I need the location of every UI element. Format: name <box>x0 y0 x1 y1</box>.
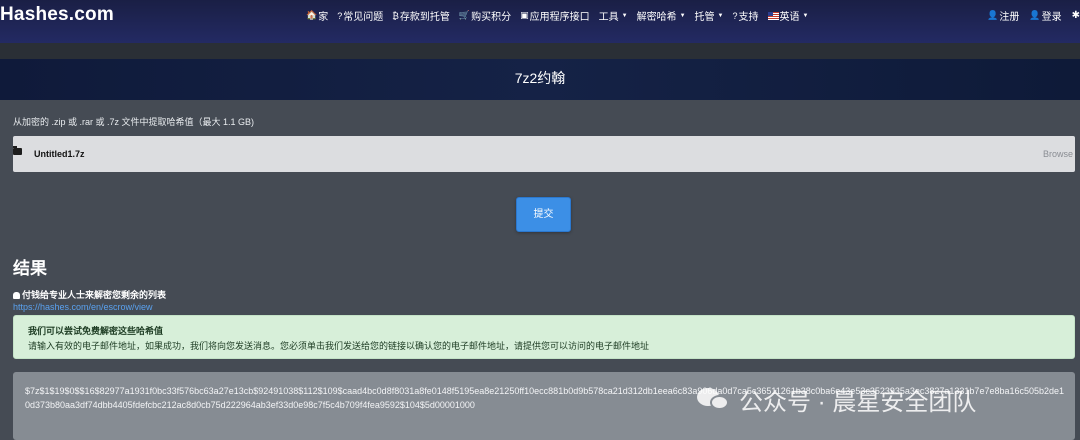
watermark-text: 公众号 · 晨星安全团队 <box>739 389 977 416</box>
settings-icon: ✱ <box>1071 10 1080 21</box>
register-link[interactable]: 👤 注册 <box>987 8 1019 23</box>
pay-professionals-text: 付钱给专业人士来解密您剩余的列表 <box>13 288 166 301</box>
nav-label: 家 <box>318 12 329 23</box>
watermark: 公众号 · 晨星安全团队 <box>697 382 976 417</box>
question-icon: ? <box>337 10 343 21</box>
question-icon: ? <box>732 10 738 21</box>
user-plus-icon: 👤 <box>987 10 999 20</box>
caret-down-icon: ▼ <box>679 12 686 19</box>
settings-button[interactable]: ✱ <box>1072 8 1080 23</box>
browse-button[interactable]: Browse <box>1043 149 1073 159</box>
nav-account: 👤 注册 👤 登录 ✱ <box>977 8 1080 23</box>
upload-label: 从加密的 .zip 或 .rar 或 .7z 文件中提取哈希值（最大 1.1 G… <box>13 117 255 127</box>
nav-item-faq[interactable]: ? 常见问题 <box>337 8 384 24</box>
nav-label: 支持 <box>738 12 759 23</box>
bitcoin-icon: ₿ <box>392 10 399 21</box>
nav-label: 应用程序接口 <box>529 12 590 23</box>
nav-label: 注册 <box>999 12 1020 23</box>
caret-down-icon: ▼ <box>621 12 628 19</box>
header-divider <box>0 43 1080 59</box>
nav-label: 托管 <box>694 12 715 23</box>
nav-item-api[interactable]: ▣ 应用程序接口 <box>520 8 590 23</box>
nav-label: 解密哈希 <box>636 12 677 23</box>
nav-item-deposit[interactable]: ₿ 存款到托管 <box>392 8 450 24</box>
home-icon: 🏠 <box>306 10 318 20</box>
folder-open-icon <box>13 146 22 155</box>
brand-logo[interactable]: Hashes.com <box>0 4 114 26</box>
results-heading: 结果 <box>13 259 47 278</box>
nav-item-language[interactable]: 英语 ▼ <box>767 8 809 23</box>
nav-item-home[interactable]: 🏠 家 <box>306 8 328 23</box>
nav-item-escrow[interactable]: 托管 ▼ <box>695 8 724 23</box>
submit-button[interactable]: 提交 <box>516 197 571 232</box>
us-flag-icon <box>767 11 779 20</box>
nav-label: 工具 <box>598 12 619 23</box>
caret-down-icon: ▼ <box>802 12 809 19</box>
caret-down-icon: ▼ <box>717 12 724 19</box>
nav-label: 登录 <box>1041 12 1062 23</box>
navbar: Hashes.com 🏠 家 ? 常见问题 ₿ 存款到托管 🛒 购买积分 ▣ 应用程序接口… <box>0 0 1080 43</box>
nav-menu: 🏠 家 ? 常见问题 ₿ 存款到托管 🛒 购买积分 ▣ 应用程序接口 工具 ▼ 解密哈希 ▼ … <box>306 8 817 23</box>
pay-text-label: 付钱给专业人士来解密您剩余的列表 <box>22 290 167 300</box>
success-alert: 我们可以尝试免费解密这些哈希值 请输入有效的电子邮件地址，如果成功，我们将向您发… <box>13 315 1075 359</box>
nav-label: 常见问题 <box>343 12 384 23</box>
api-icon: ▣ <box>520 10 529 20</box>
bell-icon <box>13 292 20 299</box>
nav-item-support[interactable]: ? 支持 <box>732 8 759 24</box>
file-input[interactable]: Untitled1.7z Browse <box>13 136 1075 172</box>
escrow-link[interactable]: https://hashes.com/en/escrow/view <box>13 302 153 312</box>
wechat-icon <box>697 386 731 414</box>
nav-item-tools[interactable]: 工具 ▼ <box>599 8 628 23</box>
alert-body: 请输入有效的电子邮件地址，如果成功，我们将向您发送消息。您必须单击我们发送给您的… <box>28 341 650 351</box>
nav-item-buy-credits[interactable]: 🛒 购买积分 <box>459 8 511 23</box>
cart-icon: 🛒 <box>458 10 471 20</box>
alert-title: 我们可以尝试免费解密这些哈希值 <box>28 326 164 336</box>
file-name: Untitled1.7z <box>34 149 85 159</box>
user-icon: 👤 <box>1029 10 1041 20</box>
nav-label: 英语 <box>779 12 800 23</box>
login-link[interactable]: 👤 登录 <box>1029 8 1061 23</box>
nav-label: 存款到托管 <box>399 12 450 23</box>
nav-label: 购买积分 <box>471 12 512 23</box>
nav-item-decrypt[interactable]: 解密哈希 ▼ <box>637 8 686 23</box>
page-title: 7z2约翰 <box>0 59 1080 100</box>
